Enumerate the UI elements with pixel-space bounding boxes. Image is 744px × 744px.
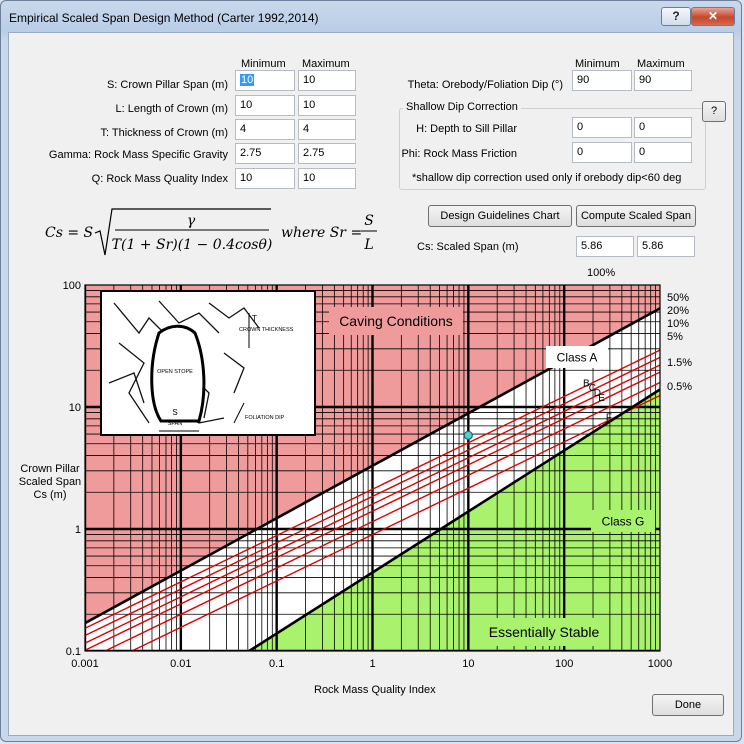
inset-diagram-frame xyxy=(100,290,316,436)
probability-label: 1.5% xyxy=(667,357,692,369)
class-letter-F: F xyxy=(606,413,612,424)
length-max-input[interactable]: 10 xyxy=(298,95,356,116)
gamma-max-input[interactable]: 2.75 xyxy=(298,143,356,164)
probability-label: 20% xyxy=(667,305,689,317)
span-max-input[interactable]: 10 xyxy=(298,70,356,91)
formula-numerator: γ xyxy=(187,213,196,229)
result-max-field: 5.86 xyxy=(637,236,695,257)
design-guidelines-button[interactable]: Design Guidelines Chart xyxy=(428,205,572,227)
x-tick-label: 1000 xyxy=(648,658,672,670)
gamma-label: Gamma: Rock Mass Specific Gravity xyxy=(48,149,228,161)
result-label: Cs: Scaled Span (m) xyxy=(417,241,519,253)
caving-conditions-label: Caving Conditions xyxy=(339,313,453,329)
formula-l: L xyxy=(363,237,373,253)
x-tick-label: 0.01 xyxy=(170,658,191,670)
close-button[interactable]: ✕ xyxy=(691,7,735,26)
design-chart: T CROWN THICKNESS OPEN STOPE S SPAN FOLIATION… xyxy=(63,280,693,670)
probability-label: 10% xyxy=(667,318,689,330)
inset-t-symbol: T xyxy=(252,314,257,323)
x-tick-label: 0.1 xyxy=(269,658,284,670)
probability-label: 5% xyxy=(667,331,683,343)
phi-max-input[interactable]: 0 xyxy=(634,142,692,163)
span-label: S: Crown Pillar Span (m) xyxy=(106,79,228,91)
result-min-field: 5.86 xyxy=(576,236,634,257)
title-help-button[interactable]: ? xyxy=(661,7,691,26)
y-tick-label: 10 xyxy=(69,402,81,414)
shallow-dip-note: *shallow dip correction used only if ore… xyxy=(412,172,682,184)
depth-max-input[interactable]: 0 xyxy=(634,117,692,138)
gamma-min-input[interactable]: 2.75 xyxy=(235,143,295,164)
q-label: Q: Rock Mass Quality Index xyxy=(91,173,228,185)
title-bar[interactable]: Empirical Scaled Span Design Method (Car… xyxy=(1,1,741,31)
max-header: Maximum xyxy=(302,58,350,70)
window-title: Empirical Scaled Span Design Method (Car… xyxy=(9,11,319,25)
shallow-dip-title: Shallow Dip Correction xyxy=(403,101,521,113)
essentially-stable-label: Essentially Stable xyxy=(489,624,600,640)
theta-label: Theta: Orebody/Foliation Dip (°) xyxy=(407,79,563,91)
min-header: Minimum xyxy=(241,58,286,70)
scaled-span-formula: Cs = S γ T(1 + Sr)(1 − 0.4cosθ) where Sr… xyxy=(45,208,377,256)
depth-label: H: Depth to Sill Pillar xyxy=(416,123,517,135)
class-letter-E: E xyxy=(598,393,605,404)
formula-cs: Cs = S xyxy=(45,225,93,241)
inset-stope-label: OPEN STOPE xyxy=(157,369,193,375)
q-max-input[interactable]: 10 xyxy=(298,168,356,189)
dialog-window: Empirical Scaled Span Design Method (Car… xyxy=(0,0,742,742)
depth-min-input[interactable]: 0 xyxy=(572,117,632,138)
inset-thickness-label: CROWN THICKNESS xyxy=(239,327,294,333)
class-g-label: Class G xyxy=(602,514,645,528)
y-tick-label: 100 xyxy=(63,280,81,292)
probability-label: 50% xyxy=(667,292,689,304)
probability-label: 0.5% xyxy=(667,381,692,393)
formula-where: where Sr = xyxy=(281,225,362,241)
q-min-input[interactable]: 10 xyxy=(235,168,295,189)
length-label: L: Length of Crown (m) xyxy=(115,103,229,115)
inset-s-symbol: S xyxy=(172,408,177,417)
result-point xyxy=(463,430,473,440)
thickness-min-input[interactable]: 4 xyxy=(235,119,295,140)
y-tick-label: 0.1 xyxy=(66,646,81,658)
theta-min-input[interactable]: 90 xyxy=(572,70,632,91)
compute-scaled-span-button[interactable]: Compute Scaled Span xyxy=(576,205,696,227)
thickness-max-input[interactable]: 4 xyxy=(298,119,356,140)
span-min-input[interactable]: 10 xyxy=(235,70,295,91)
phi-min-input[interactable]: 0 xyxy=(572,142,632,163)
x-tick-label: 10 xyxy=(462,658,474,670)
theta-max-header: Maximum xyxy=(637,58,685,70)
x-tick-label: 1 xyxy=(369,658,375,670)
class-a-label: Class A xyxy=(557,350,598,364)
length-min-input[interactable]: 10 xyxy=(235,95,295,116)
shallow-dip-help-button[interactable]: ? xyxy=(702,101,726,122)
theta-min-header: Minimum xyxy=(575,58,620,70)
formula-denominator: T(1 + Sr)(1 − 0.4cosθ) xyxy=(112,237,273,253)
inset-dip-label: FOLIATION DIP xyxy=(245,415,285,421)
formula-s: S xyxy=(364,213,374,229)
theta-max-input[interactable]: 90 xyxy=(634,70,692,91)
dialog-client: Minimum Maximum S: Crown Pillar Span (m)… xyxy=(8,32,734,736)
plot-area: T CROWN THICKNESS OPEN STOPE S SPAN FOLIATION… xyxy=(85,285,660,651)
y-tick-label: 1 xyxy=(75,524,81,536)
done-button[interactable]: Done xyxy=(652,694,724,716)
x-tick-label: 0.001 xyxy=(71,658,99,670)
inset-span-label: SPAN xyxy=(168,421,183,427)
phi-label: Phi: Rock Mass Friction xyxy=(401,148,517,160)
x-tick-label: 100 xyxy=(555,658,573,670)
thickness-label: T: Thickness of Crown (m) xyxy=(100,127,228,139)
